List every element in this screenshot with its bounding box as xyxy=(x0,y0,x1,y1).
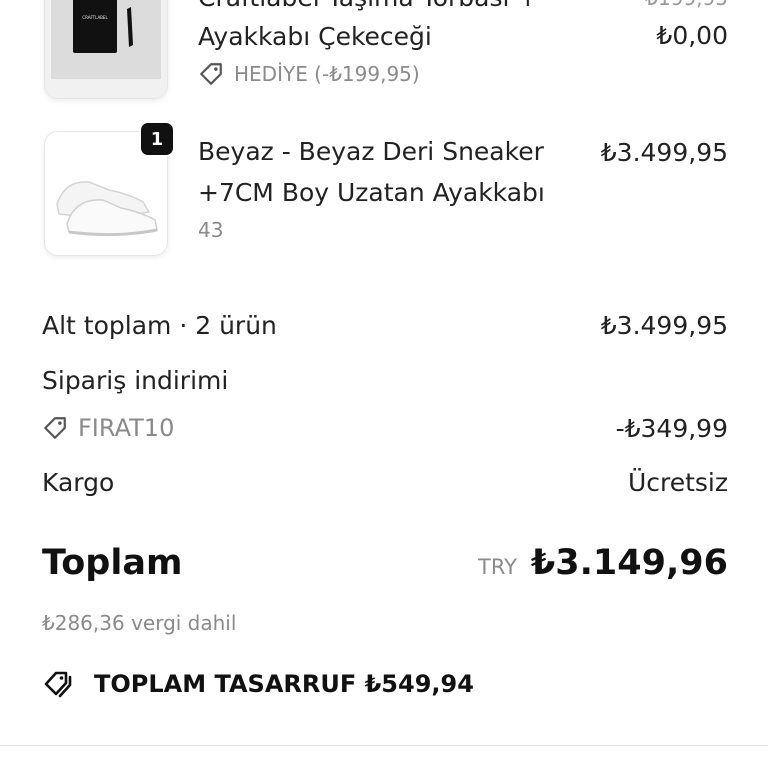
total-label: Toplam xyxy=(42,543,183,583)
gift-tag: HEDİYE (-₺199,95) xyxy=(198,61,420,87)
savings-text: TOPLAM TASARRUF ₺549,94 xyxy=(94,670,474,698)
sneaker-item-name-line2[interactable]: +7CM Boy Uzatan Ayakkabı xyxy=(198,173,545,213)
sneaker-item-name-line1[interactable]: Beyaz - Beyaz Deri Sneaker xyxy=(198,132,544,172)
section-divider xyxy=(0,745,768,746)
gift-tag-text: HEDİYE (-₺199,95) xyxy=(234,62,420,86)
discount-code-text: FIRAT10 xyxy=(78,414,175,442)
shipping-label: Kargo xyxy=(42,468,115,497)
tags-icon xyxy=(44,671,72,698)
shipping-value: Ücretsiz xyxy=(627,468,728,497)
total-amount: TRY ₺3.149,96 xyxy=(478,543,728,583)
discount-code: FIRAT10 xyxy=(42,414,174,442)
total-savings: TOPLAM TASARRUF ₺549,94 xyxy=(42,668,474,700)
sneaker-variant-size: 43 xyxy=(198,218,224,242)
subtotal-value: ₺3.499,95 xyxy=(600,311,728,340)
discount-value: -₺349,99 xyxy=(615,414,728,443)
bag-print-text: CRAFTLABEL xyxy=(82,15,108,20)
tax-note: ₺286,36 vergi dahil xyxy=(42,611,237,635)
gift-item-name-line2[interactable]: Ayakkabı Çekeceği xyxy=(198,17,432,57)
tag-icon xyxy=(44,417,66,439)
gift-item-original-price: ₺199,95 xyxy=(645,0,728,10)
quantity-badge: 1 xyxy=(139,121,175,157)
gift-product-image: CRAFTLABEL xyxy=(44,0,168,99)
order-discount-label: Sipariş indirimi xyxy=(42,366,229,395)
tag-icon xyxy=(200,63,222,85)
gift-item-name-line1[interactable]: Craftlabel Taşıma Torbası + xyxy=(198,0,538,18)
subtotal-label: Alt toplam · 2 ürün xyxy=(42,311,277,340)
tote-bag-and-shoehorn-icon: CRAFTLABEL xyxy=(45,0,167,98)
sneaker-item-price: ₺3.499,95 xyxy=(600,138,728,167)
total-value: ₺3.149,96 xyxy=(530,543,728,583)
currency-code: TRY xyxy=(478,555,517,579)
gift-item-price: ₺0,00 xyxy=(656,21,728,50)
